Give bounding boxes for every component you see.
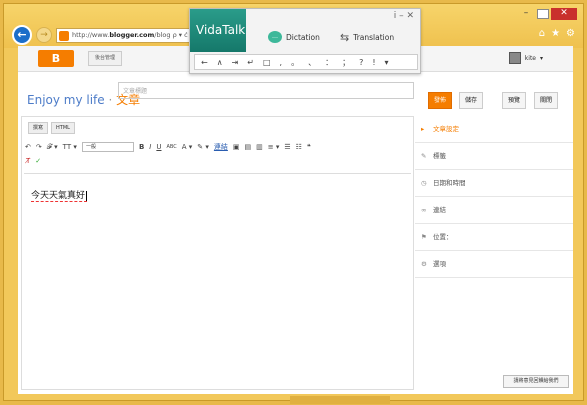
enter-key[interactable]: ↵ [247, 58, 254, 67]
sidebar-item-location[interactable]: ⚑ 位置： [415, 224, 573, 251]
semicolon-key[interactable]: ； [342, 57, 350, 68]
underline-button[interactable]: U [156, 143, 161, 151]
vidatalk-logo: VidaTalk [190, 9, 246, 52]
vidatalk-toolbar: VidaTalk i – ✕ … Dictation ⇆ Translation… [189, 8, 421, 74]
post-settings-sidebar: ▸ 文章設定 ✎ 標籤 ◷ 日期和時間 ∞ 連結 ⚑ 位置： ⚙ 選項 請將意見回饋給我們 [415, 116, 573, 390]
location-pin-icon: ⚑ [421, 233, 427, 241]
user-name: kite [524, 54, 536, 62]
numbered-list-icon[interactable]: ☰ [284, 143, 290, 151]
redo-icon[interactable]: ↷ [36, 143, 42, 151]
link-icon: ∞ [421, 206, 427, 214]
tab-html[interactable]: HTML [51, 122, 75, 134]
minimize-button[interactable]: – [517, 8, 535, 20]
bold-button[interactable]: B [139, 143, 144, 151]
italic-button[interactable]: I [149, 143, 151, 151]
window-controls: – ✕ [517, 8, 577, 20]
translation-label: Translation [353, 33, 395, 42]
home-icon[interactable]: ⌂ [539, 28, 545, 39]
sidebar-item-schedule[interactable]: ◷ 日期和時間 [415, 170, 573, 197]
browser-toolbar-icons: ⌂ ★ ⚙ [539, 28, 575, 39]
font-family-button[interactable]: 𝓕 ▾ [47, 143, 58, 152]
url-suffix: /blog [154, 31, 171, 39]
avatar [508, 52, 521, 64]
image-icon[interactable]: ▣ [233, 143, 240, 151]
chevron-down-icon: ▾ [539, 54, 543, 62]
text-color-button[interactable]: A ▾ [182, 143, 193, 151]
translation-button[interactable]: ⇆ Translation [340, 31, 394, 44]
blog-name[interactable]: Enjoy my life [27, 93, 105, 107]
settings-gear-icon[interactable]: ⚙ [566, 28, 575, 39]
left-arrow-key[interactable]: ← [201, 58, 208, 67]
taskbar-edge [290, 396, 390, 404]
dictation-button[interactable]: … Dictation [268, 31, 320, 43]
jump-break-icon[interactable]: ▥ [256, 143, 263, 151]
editor-panel: 撰寫 HTML ↶ ↷ 𝓕 ▾ ΤT ▾ 一般 B I U ABC A ▾ ✎ … [21, 116, 414, 390]
address-bar[interactable]: http://www.blogger.com/blog ρ ▾ ć [56, 28, 196, 43]
tag-icon: ✎ [421, 152, 427, 160]
pause-comma-key[interactable]: 、 [308, 57, 316, 68]
format-toolbar: ↶ ↷ 𝓕 ▾ ΤT ▾ 一般 B I U ABC A ▾ ✎ ▾ 連結 ▣ ▤… [25, 141, 410, 153]
quote-icon[interactable]: ❝ [307, 143, 311, 151]
post-title-input[interactable]: 文章標題 [118, 82, 414, 99]
maximize-button[interactable] [537, 9, 549, 19]
back-button[interactable]: ← [12, 25, 32, 45]
more-keys-chevron-icon[interactable]: ▾ [385, 58, 389, 67]
sidebar-item-labels[interactable]: ✎ 標籤 [415, 143, 573, 170]
paragraph-format-select[interactable]: 一般 [81, 142, 134, 152]
clock-icon: ◷ [421, 179, 427, 187]
clear-formatting-icon[interactable]: T̸ [26, 157, 30, 165]
sync-arrows-icon: ⇆ [340, 31, 350, 44]
save-button[interactable]: 儲存 [459, 92, 483, 109]
sidebar-item-permalink[interactable]: ∞ 連結 [415, 197, 573, 224]
spellcheck-icon[interactable]: ✓ [35, 157, 41, 165]
comma-key[interactable]: , [280, 58, 283, 67]
blogger-logo-button[interactable]: B [38, 50, 74, 67]
period-key[interactable]: 。 [291, 57, 299, 68]
url-prefix: http://www. [72, 31, 110, 39]
address-tools[interactable]: ρ ▾ ć [173, 31, 188, 39]
post-body-editor[interactable]: 今天天氣真好 [24, 173, 411, 387]
undo-icon[interactable]: ↶ [25, 143, 31, 151]
vidatalk-window-controls[interactable]: i – ✕ [394, 11, 414, 21]
publish-button[interactable]: 發佈 [428, 92, 452, 109]
tab-key[interactable]: ⇥ [232, 58, 239, 67]
video-icon[interactable]: ▤ [245, 143, 252, 151]
text-caret [86, 190, 88, 201]
format-toolbar-row2: T̸ ✓ [26, 157, 41, 165]
sidebar-item-options[interactable]: ⚙ 選項 [415, 251, 573, 278]
font-size-button[interactable]: ΤT ▾ [63, 143, 77, 151]
strikethrough-button[interactable]: ABC [167, 144, 177, 150]
speech-bubble-icon: … [268, 31, 282, 43]
close-post-button[interactable]: 關閉 [534, 92, 558, 109]
space-key[interactable]: □ [263, 58, 271, 67]
url-domain: blogger.com [109, 31, 155, 39]
vidatalk-key-row: ← ∧ ⇥ ↵ □ , 。 、 ： ； ? ! ▾ [194, 54, 418, 70]
tab-compose[interactable]: 撰寫 [28, 122, 49, 134]
post-body-text[interactable]: 今天天氣真好 [31, 188, 88, 202]
preview-button[interactable]: 預覽 [502, 92, 526, 109]
gear-icon: ⚙ [421, 260, 427, 268]
align-button[interactable]: ≡ ▾ [268, 143, 280, 151]
link-button[interactable]: 連結 [214, 142, 228, 152]
favorites-star-icon[interactable]: ★ [551, 28, 560, 39]
chevron-right-icon: ▸ [421, 125, 425, 133]
feedback-button[interactable]: 請將意見回饋給我們 [503, 375, 569, 388]
user-menu[interactable]: kite ▾ [508, 52, 543, 64]
editor-mode-tabs: 撰寫 HTML [28, 122, 75, 134]
question-key[interactable]: ? [359, 58, 363, 67]
up-arrow-key[interactable]: ∧ [217, 58, 223, 67]
blogger-favicon-icon [59, 31, 69, 41]
colon-key[interactable]: ： [325, 57, 333, 68]
bulleted-list-icon[interactable]: ☷ [296, 143, 302, 151]
dashboard-button[interactable]: 後台管理 [88, 51, 122, 66]
title-separator: · [104, 93, 117, 107]
dictation-label: Dictation [286, 32, 320, 42]
post-editor-page: Enjoy my life · 文章 文章標題 發佈 儲存 預覽 關閉 撰寫 H… [18, 72, 573, 394]
sidebar-item-post-settings[interactable]: ▸ 文章設定 [415, 116, 573, 143]
highlight-color-button[interactable]: ✎ ▾ [197, 143, 209, 151]
forward-button[interactable]: → [36, 27, 52, 43]
exclamation-key[interactable]: ! [372, 58, 375, 67]
close-window-button[interactable]: ✕ [551, 8, 577, 20]
